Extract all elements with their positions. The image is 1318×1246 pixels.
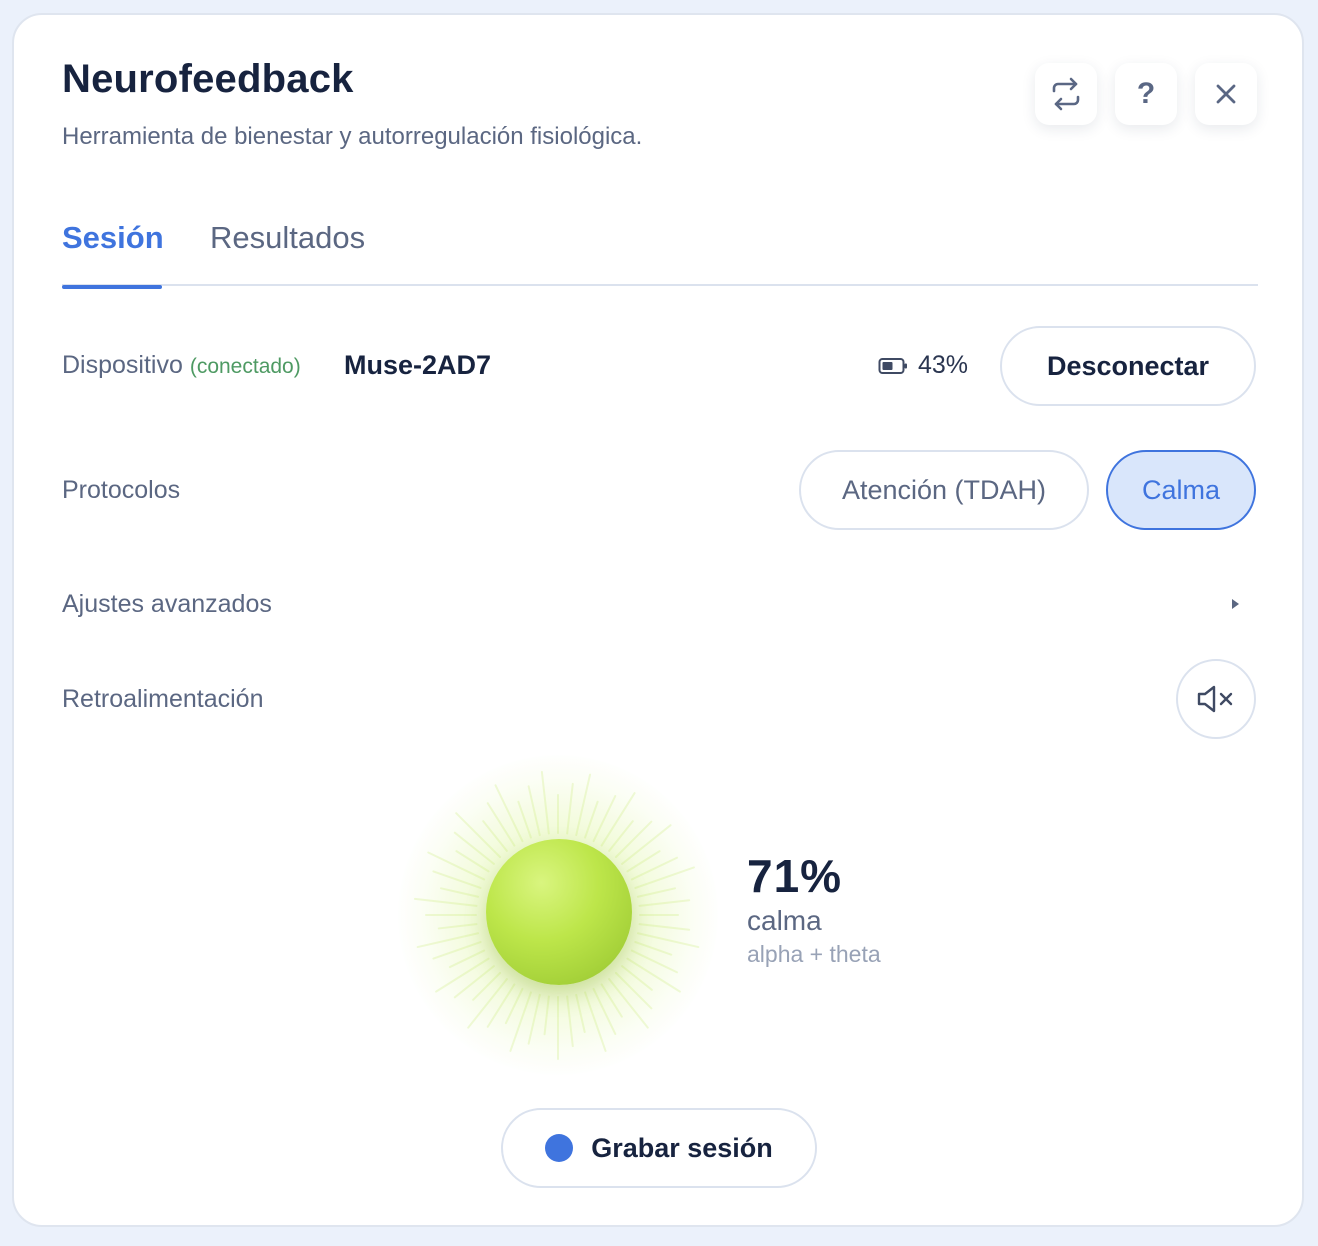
tab-results[interactable]: Resultados — [210, 220, 365, 286]
close-button[interactable] — [1195, 63, 1257, 125]
glow-ray — [566, 995, 574, 1048]
advanced-settings-toggle[interactable]: Ajustes avanzados — [62, 590, 272, 619]
glow-ray — [453, 831, 495, 865]
glow-ray — [486, 983, 516, 1028]
glow-ray — [416, 932, 480, 949]
glow-ray — [427, 851, 486, 881]
feedback-label: Retroalimentación — [62, 685, 264, 713]
page-title: Neurofeedback — [62, 57, 354, 101]
glow-ray — [575, 773, 592, 837]
protocol-calm[interactable]: Calma — [1106, 450, 1256, 530]
glow-ray — [527, 785, 541, 837]
glow-ray — [608, 820, 634, 852]
glow-ray — [614, 820, 653, 859]
glow-ray — [413, 897, 478, 907]
glow-ray — [638, 899, 691, 907]
glow-ray — [614, 971, 653, 1010]
glow-ray — [584, 991, 607, 1052]
metric-bands: alpha + theta — [747, 941, 881, 967]
calm-percentage: 71% — [747, 850, 843, 902]
battery-status: 43% — [878, 351, 968, 380]
connection-status: (conectado) — [189, 355, 301, 378]
close-icon — [1216, 84, 1236, 104]
record-session-label: Grabar sesión — [591, 1132, 773, 1163]
protocol-attention-tdah[interactable]: Atención (TDAH) — [799, 450, 1089, 530]
disconnect-button[interactable]: Desconectar — [1000, 326, 1256, 406]
glow-ray — [575, 993, 586, 1033]
glow-ray — [486, 802, 516, 847]
page-subtitle: Herramienta de bienestar y autorregulaci… — [62, 123, 643, 150]
protocols-label: Protocolos — [62, 476, 181, 504]
help-button[interactable]: ? — [1115, 63, 1177, 125]
glow-ray — [600, 792, 636, 847]
help-icon: ? — [1136, 77, 1156, 110]
active-tab-indicator — [62, 285, 162, 289]
battery-icon — [878, 357, 907, 374]
battery-level: 43% — [918, 351, 969, 379]
glow-ray — [435, 957, 490, 993]
glow-ray — [482, 820, 508, 852]
glow-ray — [634, 866, 695, 889]
record-session-button[interactable]: Grabar sesión — [501, 1108, 817, 1188]
glow-ray — [638, 923, 691, 931]
glow-ray — [509, 991, 532, 1052]
device-label: Dispositivo — [62, 351, 183, 379]
glow-ray — [494, 784, 524, 843]
glow-ray — [453, 965, 495, 999]
tab-bar: Sesión Resultados — [62, 220, 1258, 289]
glow-ray — [634, 941, 673, 956]
glow-ray — [437, 923, 478, 930]
glow-ray — [440, 887, 480, 898]
chevron-right-icon[interactable] — [1232, 599, 1239, 609]
swap-arrows-icon — [1052, 77, 1080, 111]
glow-ray — [527, 993, 541, 1045]
glow-ray — [543, 995, 550, 1036]
glow-ray — [621, 965, 653, 991]
tab-results-label: Resultados — [210, 220, 366, 255]
neurofeedback-panel: Neurofeedback Herramienta de bienestar y… — [12, 13, 1304, 1227]
glow-ray — [636, 932, 700, 949]
glow-ray — [584, 800, 599, 839]
glow-ray — [472, 971, 502, 1001]
switch-button[interactable] — [1035, 63, 1097, 125]
tab-session-label: Sesión — [62, 220, 164, 255]
record-dot-icon — [545, 1134, 574, 1162]
device-name: Muse-2AD7 — [344, 350, 492, 380]
mute-button[interactable] — [1176, 659, 1256, 739]
glow-ray — [517, 800, 532, 839]
calm-feedback-orb — [486, 839, 632, 985]
speaker-muted-icon — [1197, 685, 1233, 713]
glow-ray — [540, 770, 550, 835]
metric-name: calma — [747, 905, 822, 936]
tab-session[interactable]: Sesión — [62, 220, 164, 289]
glow-ray — [566, 782, 574, 835]
glow-ray — [626, 957, 681, 993]
glow-ray — [636, 887, 676, 898]
device-row-label: Dispositivo (conectado) — [62, 351, 301, 380]
